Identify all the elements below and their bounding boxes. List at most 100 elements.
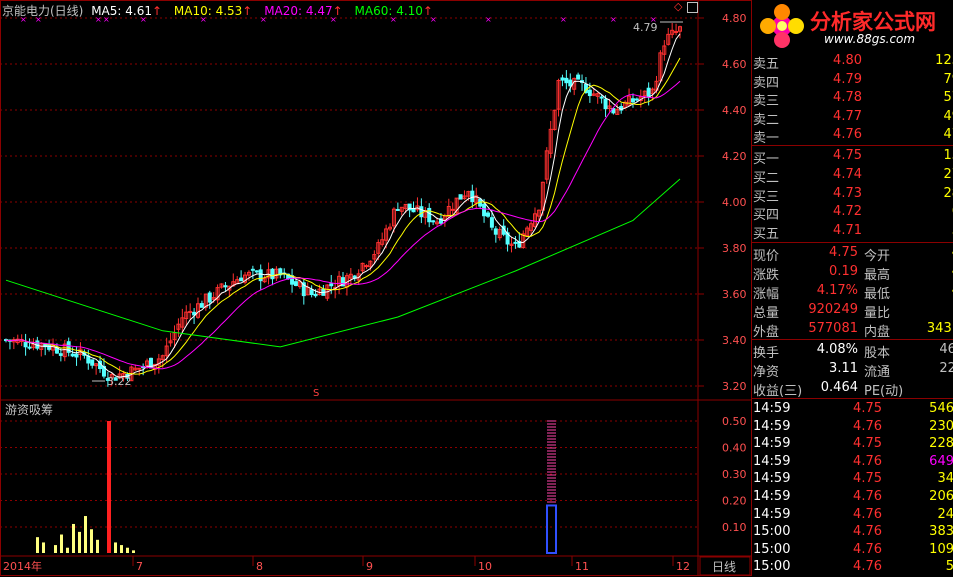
fundamental-row[interactable]: 净资 3.11 流通 22. [752, 360, 953, 380]
tick-row[interactable]: 14:59 4.76 206 [752, 488, 953, 507]
fundamental-row-l2: 股本 [864, 346, 891, 361]
buy-level-vol: 15 [943, 148, 953, 163]
indicator-bars [36, 420, 557, 555]
buy-level[interactable]: 买二 4.74 27 [752, 166, 953, 186]
candle-body [458, 194, 463, 200]
quote-row-l1: 涨幅 [753, 287, 780, 302]
sell-level[interactable]: 卖一 4.76 47 [752, 126, 953, 146]
indicator-peak-bar [107, 421, 111, 553]
buy-level-price: 4.72 [833, 204, 862, 220]
buy-level[interactable]: 买一 4.75 15 [752, 147, 953, 167]
price-tick-label: 4.60 [722, 58, 747, 71]
tick-row[interactable]: 15:00 4.76 109 [752, 541, 953, 560]
fundamental-row-v2: 22. [939, 361, 953, 376]
candle-body [634, 98, 639, 101]
tick-row-price: 4.75 [853, 436, 882, 452]
buy-level[interactable]: 买四 4.72 6 [752, 203, 953, 223]
ma5-label: MA5: 4.61 [91, 4, 152, 18]
quote-row[interactable]: 涨跌 0.19 最高 4 [752, 263, 953, 283]
indicator-bar [96, 539, 99, 553]
tick-row-price: 4.76 [853, 559, 882, 575]
price-tick-label: 4.80 [722, 12, 747, 25]
quote-row[interactable]: 涨幅 4.17% 最低 4 [752, 282, 953, 302]
tick-row[interactable]: 15:00 4.76 5 [752, 558, 953, 577]
high-annotation: 4.79 [633, 21, 658, 34]
sell-level[interactable]: 卖四 4.79 79 [752, 71, 953, 91]
indicator-bar [72, 523, 75, 553]
sell-level-vol: 49 [943, 108, 953, 124]
indicator-bar [120, 545, 123, 553]
buy-level-vol: 27 [943, 166, 953, 182]
tick-row[interactable]: 14:59 4.75 228 [752, 435, 953, 454]
quote-row-v1: 4.17% [816, 283, 858, 298]
quote-row-l2: 量比 [864, 306, 891, 321]
candle-body [470, 190, 475, 203]
candle-body [309, 289, 314, 296]
price-tick-label: 3.80 [722, 242, 747, 255]
candle-body [364, 265, 369, 268]
indicator-tick-label: 0.20 [722, 495, 747, 508]
fundamental-row[interactable]: 换手 4.08% 股本 46. [752, 341, 953, 361]
candle-body [482, 203, 487, 217]
price-grid [0, 17, 704, 387]
indicator-tick-label: 0.30 [722, 468, 747, 481]
fundamental-row-v1: 4.08% [816, 342, 858, 357]
quote-row[interactable]: 现价 4.75 今开 4 [752, 244, 953, 264]
indicator-title: 游资吸筹 [5, 403, 53, 417]
low-annotation: 3.22 [107, 375, 132, 388]
price-tick-label: 3.60 [722, 288, 747, 301]
buy-level-label: 买二 [753, 170, 780, 186]
indicator-bar [66, 547, 69, 553]
candle-body [395, 208, 400, 211]
quote-row-v1: 0.19 [829, 264, 858, 279]
period-label[interactable]: 日线 [712, 560, 736, 574]
window-restore-icon[interactable] [687, 2, 698, 13]
x-marker: × [610, 15, 617, 24]
indicator-bar [60, 534, 63, 553]
candle-body [70, 353, 75, 357]
tick-row[interactable]: 14:59 4.75 34 [752, 470, 953, 489]
quote-row-l1: 涨跌 [753, 268, 780, 283]
candle-body [419, 206, 424, 218]
ma20-line [5, 80, 681, 370]
quote-row[interactable]: 总量 920249 量比 1 [752, 301, 953, 321]
tick-row[interactable]: 15:00 4.76 383 [752, 523, 953, 542]
candle-body [646, 87, 651, 98]
tick-row[interactable]: 14:59 4.76 649 [752, 453, 953, 472]
quote-row[interactable]: 外盘 577081 内盘 3431 [752, 320, 953, 340]
ma10-arrow: ↑ [242, 4, 253, 18]
tick-row[interactable]: 14:59 4.76 24 [752, 506, 953, 525]
buy-level[interactable]: 买三 4.73 28 [752, 185, 953, 205]
buy-level-price: 4.71 [833, 223, 862, 239]
buy-level-label: 买三 [753, 189, 780, 205]
indicator-bar [90, 529, 93, 553]
sell-level[interactable]: 卖二 4.77 49 [752, 108, 953, 128]
tick-row-time: 14:59 [753, 401, 791, 416]
indicator-tick-label: 0.40 [722, 442, 747, 455]
quote-row-l2: 今开 [864, 249, 891, 264]
buy-level[interactable]: 买五 4.71 5 [752, 222, 953, 242]
indicator-bar [42, 542, 45, 553]
candle-body [630, 98, 635, 103]
tick-row-vol: 649 [929, 453, 953, 469]
tick-row[interactable]: 14:59 4.76 230 [752, 418, 953, 437]
candle-body [90, 359, 95, 366]
tick-row-time: 15:00 [753, 524, 791, 540]
sell-level[interactable]: 卖五 4.80 125 [752, 52, 953, 72]
tick-row[interactable]: 14:59 4.75 546 [752, 400, 953, 419]
ma10-label: MA10: 4.53 [173, 4, 243, 18]
candle-body [489, 217, 494, 228]
indicator-tick-label: 0.10 [722, 521, 747, 534]
candle-body [137, 367, 142, 370]
quote-row-v1: 577081 [808, 321, 858, 336]
ma5-line [5, 33, 681, 378]
fundamental-row[interactable]: 收益(三) 0.464 PE(动) [752, 379, 953, 399]
price-tick-label: 4.40 [722, 104, 747, 117]
sell-level[interactable]: 卖三 4.78 57 [752, 89, 953, 109]
buy-level-label: 买一 [753, 152, 780, 167]
time-tick-label: 12 [676, 560, 690, 573]
buy-level-vol: 5 [900, 223, 953, 238]
ma20-arrow: ↑ [332, 4, 343, 18]
tick-row-time: 14:59 [753, 418, 791, 434]
sell-level-price: 4.79 [833, 71, 862, 87]
